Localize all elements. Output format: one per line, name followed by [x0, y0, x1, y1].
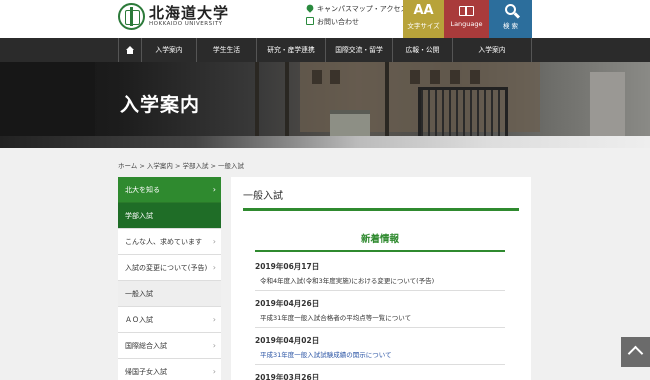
- news-date: 2019年04月26日: [255, 299, 320, 308]
- campus-map-link[interactable]: キャンパスマップ・アクセス: [305, 3, 408, 14]
- sidebar-item-label: 一般入試: [125, 290, 153, 298]
- news-date: 2019年04月02日: [255, 336, 320, 345]
- university-emblem-icon: [118, 3, 145, 30]
- nav-item-admissions-2[interactable]: 入学案内: [453, 38, 532, 62]
- chevron-right-icon: ›: [212, 185, 216, 194]
- search-button[interactable]: 検 索: [489, 0, 532, 38]
- language-label: Language: [450, 20, 483, 28]
- chevron-right-icon: ›: [212, 341, 216, 350]
- sidebar-item-about[interactable]: 北大を知る ›: [118, 177, 221, 203]
- font-size-button[interactable]: AA 文字サイズ: [403, 0, 444, 38]
- news-heading: 新着情報: [360, 234, 399, 245]
- news-item: 2019年04月02日 平成31年度一般入試試験成績の開示について: [255, 335, 505, 365]
- section-divider: [243, 208, 519, 211]
- chevron-right-icon: ›: [212, 315, 216, 324]
- sidebar-item-general-exam[interactable]: 一般入試: [118, 281, 221, 307]
- sidebar-item-label: 帰国子女入試: [125, 368, 167, 376]
- contact-link[interactable]: お問い合わせ: [306, 17, 359, 27]
- map-pin-icon: [305, 3, 315, 13]
- nav-item-admissions[interactable]: 入学案内: [142, 38, 197, 62]
- language-button[interactable]: Language: [444, 0, 489, 38]
- news-item: 2019年04月26日 平成31年度一般入試合格者の平均点等一覧について: [255, 298, 505, 328]
- global-nav: 入学案内 学生生活 研究・産学連携 国際交流・留学 広報・公開 入学案内: [0, 38, 650, 62]
- sidebar-item-international-exam[interactable]: 国際総合入試 ›: [118, 333, 221, 359]
- sidebar-item-label: ＡＯ入試: [125, 316, 153, 324]
- main-content: 一般入試 新着情報 2019年06月17日 令和4年度入試(令和3年度実施)にお…: [231, 177, 531, 380]
- nav-item-international[interactable]: 国際交流・留学: [326, 38, 393, 62]
- home-icon: [125, 46, 135, 54]
- news-date: 2019年03月26日: [255, 373, 320, 380]
- nav-item-student-life[interactable]: 学生生活: [197, 38, 257, 62]
- nav-item-pr[interactable]: 広報・公開: [393, 38, 453, 62]
- back-to-top-button[interactable]: [621, 337, 650, 367]
- news-link[interactable]: 令和4年度入試(令和3年度実施)における変更について(予告): [255, 275, 505, 291]
- font-size-icon: AA: [413, 3, 434, 18]
- section-title: 一般入試: [243, 191, 283, 202]
- nav-home[interactable]: [118, 38, 142, 62]
- sidebar-item-wanted-students[interactable]: こんな人、求めています ›: [118, 229, 221, 255]
- book-icon: [459, 6, 474, 16]
- sidebar-item-label: 国際総合入試: [125, 342, 167, 350]
- news-date: 2019年06月17日: [255, 262, 320, 271]
- search-label: 検 索: [502, 22, 519, 30]
- sidebar-item-ao-exam[interactable]: ＡＯ入試 ›: [118, 307, 221, 333]
- page-title: 入学案内: [120, 94, 201, 116]
- sidebar: 北大を知る › 学部入試 こんな人、求めています › 入試の変更について(予告) › …: [118, 177, 221, 380]
- sidebar-item-label: 北大を知る: [125, 186, 160, 194]
- site-header: 北海道大学 HOKKAIDO UNIVERSITY キャンパスマップ・アクセス …: [0, 0, 650, 38]
- chevron-right-icon: ›: [212, 367, 216, 376]
- sidebar-item-label: こんな人、求めています: [125, 238, 202, 246]
- breadcrumb[interactable]: ホーム > 入学案内 > 学部入試 > 一般入試: [118, 160, 244, 170]
- university-logo[interactable]: 北海道大学 HOKKAIDO UNIVERSITY: [118, 3, 228, 33]
- chevron-right-icon: ›: [212, 237, 216, 246]
- logo-subtitle: HOKKAIDO UNIVERSITY: [149, 21, 223, 27]
- news-divider: [255, 250, 505, 252]
- hero-banner: 入学案内: [0, 62, 650, 148]
- contact-label: お問い合わせ: [317, 18, 359, 26]
- sidebar-item-returnee-exam[interactable]: 帰国子女入試 ›: [118, 359, 221, 380]
- logo-name: 北海道大学: [149, 4, 230, 22]
- sidebar-item-undergrad-exam[interactable]: 学部入試: [118, 203, 221, 229]
- news-item: 2019年03月26日: [255, 372, 505, 380]
- nav-item-research[interactable]: 研究・産学連携: [257, 38, 326, 62]
- sidebar-item-label: 学部入試: [125, 212, 153, 220]
- sidebar-item-exam-changes[interactable]: 入試の変更について(予告) ›: [118, 255, 221, 281]
- search-icon: [505, 4, 516, 15]
- campus-map-label: キャンパスマップ・アクセス: [317, 5, 408, 13]
- font-size-label: 文字サイズ: [407, 22, 440, 30]
- chevron-right-icon: ›: [212, 263, 216, 272]
- news-link[interactable]: 平成31年度一般入試合格者の平均点等一覧について: [255, 312, 505, 328]
- sidebar-item-label: 入試の変更について(予告): [125, 264, 208, 272]
- news-link[interactable]: 平成31年度一般入試試験成績の開示について: [255, 349, 505, 365]
- news-item: 2019年06月17日 令和4年度入試(令和3年度実施)における変更について(予…: [255, 261, 505, 291]
- mail-icon: [306, 17, 314, 25]
